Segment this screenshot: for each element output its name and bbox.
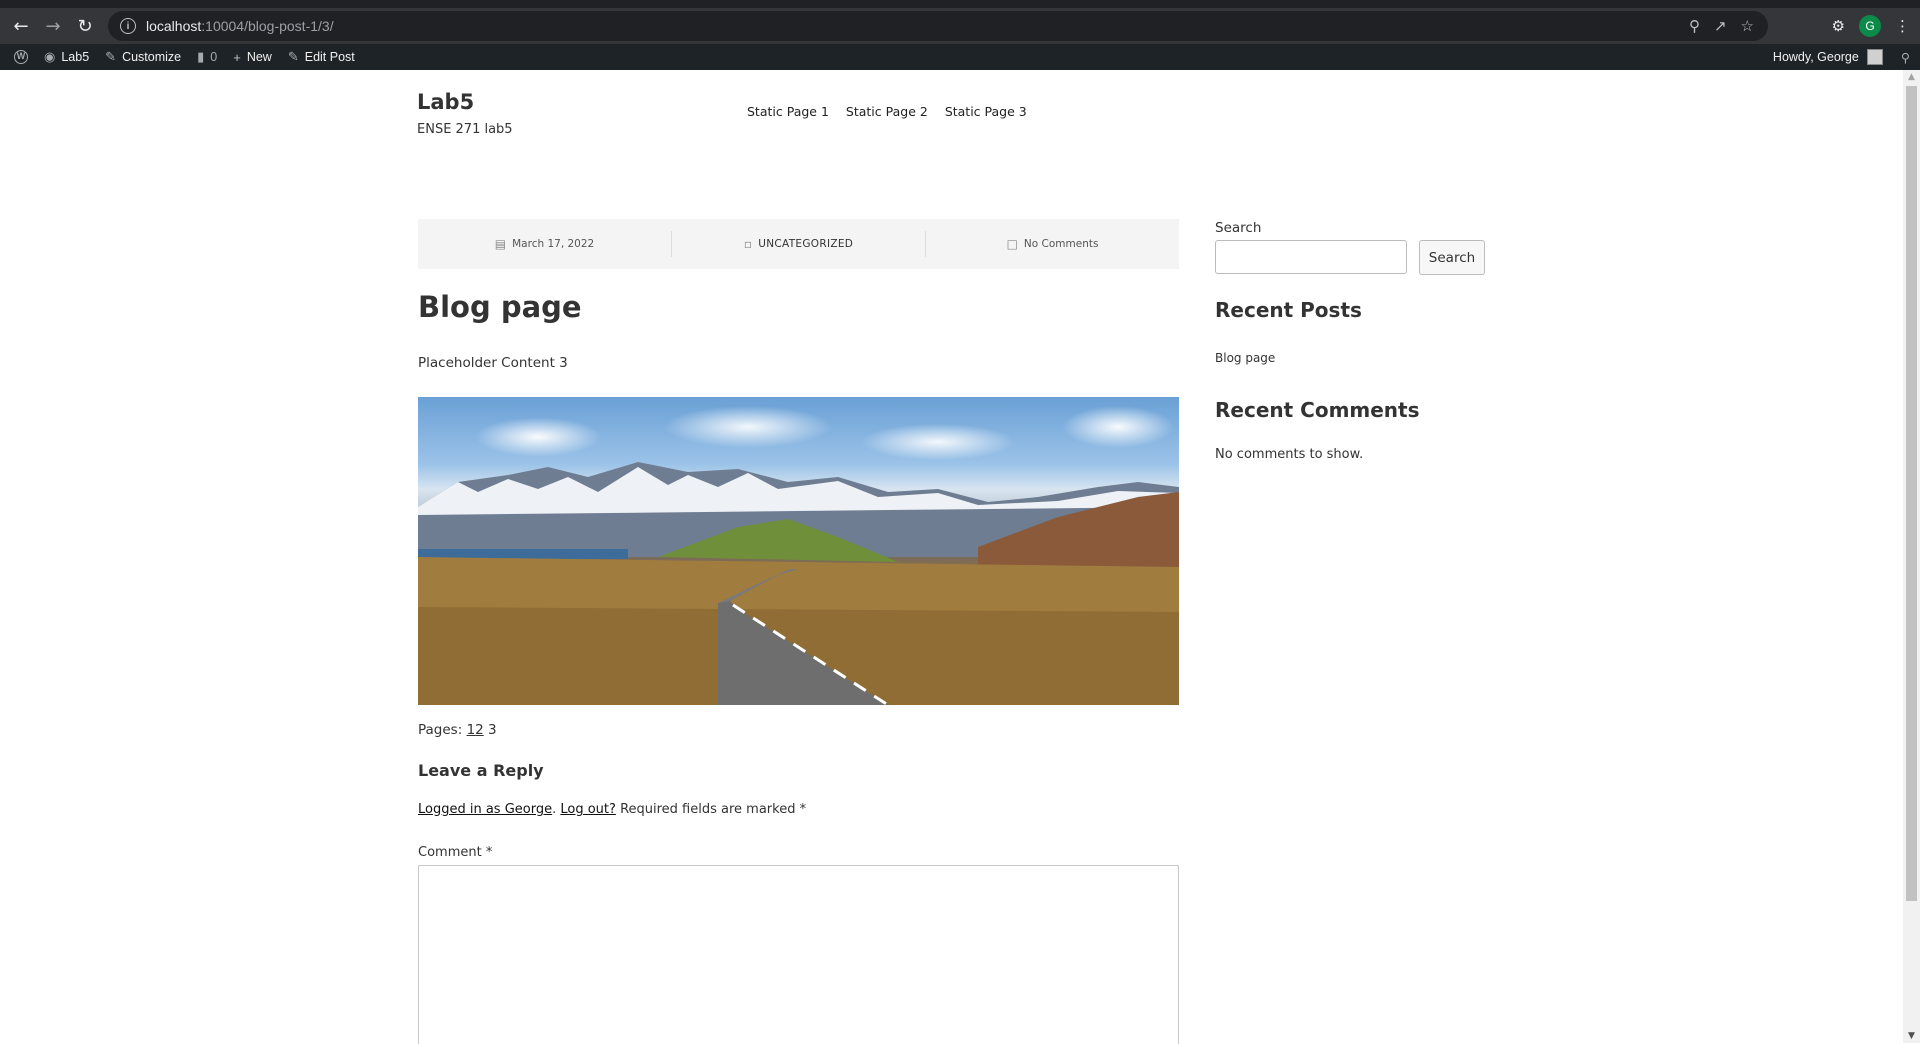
reply-title: Leave a Reply [418,761,544,780]
comment-required-asterisk: * [485,845,493,860]
browser-toolbar: ← → ↻ i localhost:10004/blog-post-1/3/ ⚲… [0,8,1920,44]
post-comments-link[interactable]: □ No Comments [925,231,1179,257]
calendar-icon: ▤ [494,237,507,251]
post-content: Placeholder Content 3 [418,355,568,371]
logged-in-link[interactable]: Logged in as George [418,802,552,817]
page-link-1[interactable]: 1 [467,722,476,738]
browser-tabstrip [0,0,1920,8]
comment-textarea[interactable] [418,865,1179,1044]
logout-link[interactable]: Log out? [560,802,616,817]
comment-label: Comment * [418,845,492,860]
site-title[interactable]: Lab5 [417,90,474,114]
recent-post-link[interactable]: Blog page [1215,351,1275,365]
url-path: :10004/blog-post-1/3/ [201,18,334,34]
scroll-down-arrow-icon[interactable]: ▼ [1903,1029,1920,1043]
wp-admin-bar: W ◉ Lab5 ✎ Customize ▮ 0 + New ✎ Edit Post Ho… [0,44,1920,70]
sidebar-search-label: Search [1215,220,1262,236]
post-date-text: March 17, 2022 [512,238,595,250]
folder-icon: ▫ [743,237,753,251]
nav-item-static-page-1[interactable]: Static Page 1 [747,104,829,119]
site-info-icon[interactable]: i [120,18,136,34]
required-fields-text: Required fields are marked [620,802,796,817]
bookmark-star-icon[interactable]: ☆ [1741,17,1754,35]
dashboard-icon: ◉ [44,49,56,64]
post-comments-text: No Comments [1023,238,1099,250]
post-date[interactable]: ▤ March 17, 2022 [418,231,671,257]
comment-bubble-icon: ▮ [197,49,205,64]
extensions-icon[interactable]: ⚙ [1832,17,1845,35]
pencil-icon: ✎ [287,49,299,64]
post-image-mountain-road [418,397,1179,705]
share-icon[interactable]: ↗ [1714,17,1727,35]
site-description: ENSE 271 lab5 [417,122,513,137]
browser-menu-icon[interactable]: ⋮ [1895,17,1910,35]
no-comments-text: No comments to show. [1215,447,1364,462]
profile-avatar[interactable]: G [1859,15,1881,37]
user-avatar[interactable] [1866,49,1883,65]
admin-new-link[interactable]: + New [225,44,280,70]
admin-edit-post-label: Edit Post [304,50,355,64]
post-pagination: Pages: 12 3 [418,722,497,738]
plus-icon: + [233,49,241,65]
admin-edit-post-link[interactable]: ✎ Edit Post [280,44,363,70]
admin-search-icon[interactable]: ⚲ [1901,50,1910,65]
nav-item-static-page-3[interactable]: Static Page 3 [945,104,1027,119]
post-meta-bar: ▤ March 17, 2022 ▫ UNCATEGORIZED □ No Comme… [418,219,1179,269]
page-scrollbar[interactable]: ▲ ▼ [1903,70,1920,1043]
pages-label: Pages: [418,722,463,738]
admin-new-label: New [246,50,272,64]
admin-comments-link[interactable]: ▮ 0 [189,44,225,70]
address-bar[interactable]: i localhost:10004/blog-post-1/3/ ⚲ ↗ ☆ [108,11,1768,41]
primary-navigation: Static Page 1 Static Page 2 Static Page … [747,104,1027,119]
reload-icon[interactable]: ↻ [69,10,101,42]
scroll-up-arrow-icon[interactable]: ▲ [1903,70,1920,84]
comment-label-text: Comment [418,845,482,860]
comment-icon: □ [1006,237,1018,251]
recent-comments-title: Recent Comments [1215,398,1420,422]
admin-customize-link[interactable]: ✎ Customize [97,44,189,70]
admin-customize-label: Customize [122,50,182,64]
wordpress-logo-icon[interactable]: W [6,44,36,70]
nav-item-static-page-2[interactable]: Static Page 2 [846,104,928,119]
page-link-2[interactable]: 2 [475,722,484,738]
current-page: 3 [488,722,497,738]
sidebar-search-button[interactable]: Search [1419,240,1485,275]
zoom-icon[interactable]: ⚲ [1689,17,1700,35]
url-host: localhost [146,18,202,34]
post-category-text: UNCATEGORIZED [758,238,854,250]
logged-in-notice: Logged in as George. Log out? Required f… [418,802,807,817]
admin-comments-count: 0 [210,50,218,64]
sidebar-search-input[interactable] [1215,240,1407,274]
recent-posts-title: Recent Posts [1215,298,1362,322]
landscape-drawing [418,462,1179,705]
forward-icon[interactable]: → [37,10,69,42]
admin-site-label: Lab5 [61,50,90,64]
post-title: Blog page [418,290,582,324]
scroll-thumb[interactable] [1906,86,1917,901]
admin-site-link[interactable]: ◉ Lab5 [36,44,97,70]
post-category[interactable]: ▫ UNCATEGORIZED [671,231,925,257]
howdy-user[interactable]: Howdy, George [1773,50,1859,64]
brush-icon: ✎ [105,49,117,64]
required-asterisk: * [799,802,807,817]
back-icon[interactable]: ← [5,10,37,42]
